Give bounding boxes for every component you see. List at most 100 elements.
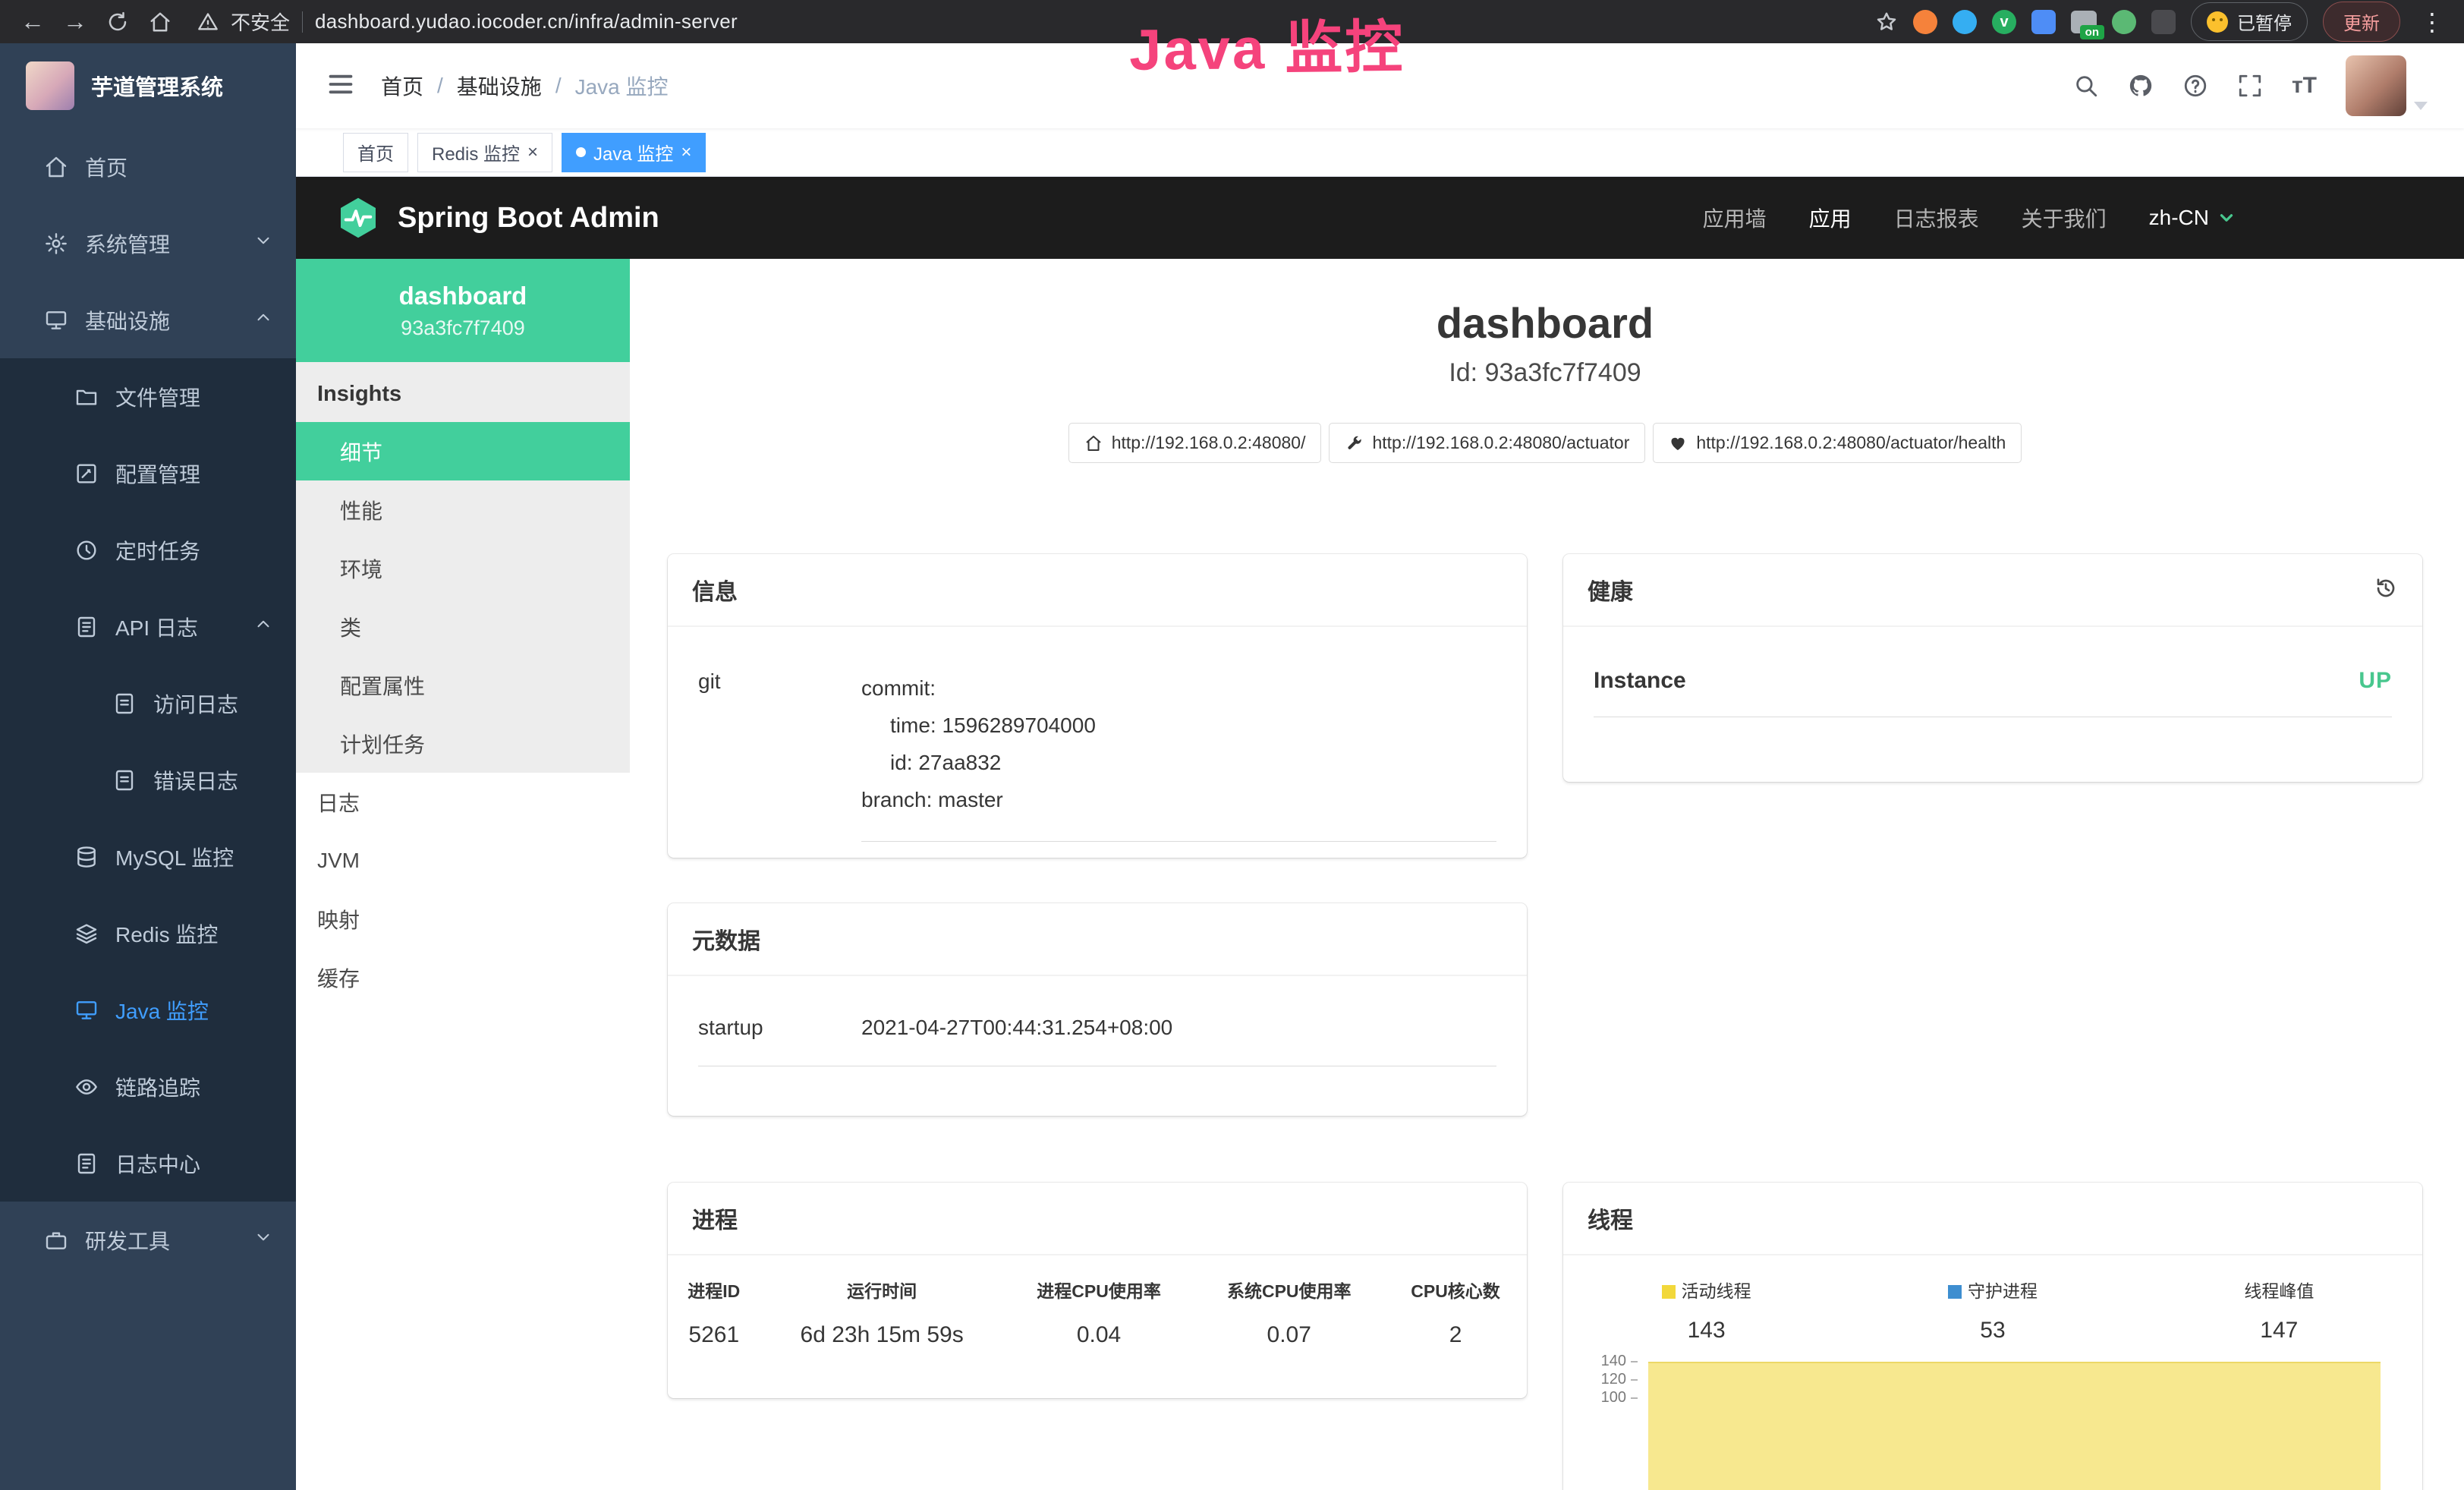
sidebar-item-home[interactable]: 首页 [0,128,296,205]
nav-journal[interactable]: 日志报表 [1894,203,1979,233]
history-icon[interactable] [2374,576,2398,604]
layers-icon [74,921,99,946]
process-values-row: 5261 6d 23h 15m 59s 0.04 0.07 2 [668,1312,1527,1374]
doc-icon [74,1151,99,1176]
page-title: dashboard [668,298,2422,348]
tab-home[interactable]: 首页 [343,133,408,172]
threads-card: 线程 活动线程 143 [1563,1183,2422,1490]
address-bar[interactable]: 不安全 dashboard.yudao.iocoder.cn/infra/adm… [197,8,738,36]
app-logo[interactable]: 芋道管理系统 [0,43,296,128]
nav-applications[interactable]: 应用 [1809,203,1852,233]
instance-links: http://192.168.0.2:48080/ http://192.168… [668,423,2422,463]
browser-home-icon[interactable] [143,5,178,39]
col-system-cpu: 系统CPU使用率 [1194,1255,1384,1312]
close-icon[interactable]: × [681,143,691,162]
sba-navbar: Spring Boot Admin 应用墙 应用 日志报表 关于我们 zh-CN [296,177,2464,259]
menu-item-scheduled-tasks[interactable]: 计划任务 [296,714,630,773]
extension-leaf-icon[interactable] [2112,10,2136,34]
spring-boot-admin: Spring Boot Admin 应用墙 应用 日志报表 关于我们 zh-CN [296,177,2464,1490]
legend-swatch-blue [1948,1285,1962,1299]
folder-icon [74,385,99,409]
menu-item-logs[interactable]: 日志 [296,773,630,831]
user-menu[interactable] [2346,55,2428,116]
sidebar-item-system[interactable]: 系统管理 [0,205,296,282]
metadata-value: 2021-04-27T00:44:31.254+08:00 [861,1016,1172,1040]
col-pid: 进程ID [668,1255,760,1312]
menu-item-caches[interactable]: 缓存 [296,948,630,1006]
actuator-url-button[interactable]: http://192.168.0.2:48080/actuator [1329,423,1645,463]
user-avatar [2346,55,2406,116]
menu-item-details[interactable]: 细节 [296,422,630,480]
card-title-process: 进程 [692,1202,738,1235]
clock-icon [74,538,99,562]
doc-icon [112,768,137,792]
hamburger-icon[interactable] [326,70,355,102]
github-icon[interactable] [2128,73,2154,99]
nav-wallboard[interactable]: 应用墙 [1703,203,1767,233]
sidebar-item-tracing[interactable]: 链路追踪 [0,1048,296,1125]
paused-badge[interactable]: 已暂停 [2191,2,2308,41]
on-badge: on [2080,25,2104,39]
sidebar-item-java-monitor[interactable]: Java 监控 [0,972,296,1048]
extension-dark-icon[interactable] [2151,10,2176,34]
close-icon[interactable]: × [527,143,538,162]
sidebar-item-dev-tools[interactable]: 研发工具 [0,1202,296,1278]
font-size-icon[interactable]: тT [2292,73,2317,99]
extension-check-icon[interactable]: v [1992,10,2016,34]
menu-item-jvm[interactable]: JVM [296,831,630,890]
menu-item-config-props[interactable]: 配置属性 [296,656,630,714]
card-title-info: 信息 [692,573,738,606]
sidebar-item-files[interactable]: 文件管理 [0,358,296,435]
instance-name: dashboard [399,282,527,310]
app-shell: 芋道管理系统 首页 系统管理 基础设施 文件管理 配置 [0,43,2464,1490]
nav-about[interactable]: 关于我们 [2022,203,2107,233]
sidebar-item-access-log[interactable]: 访问日志 [0,665,296,742]
sba-brand[interactable]: Spring Boot Admin [335,195,659,241]
reload-icon[interactable] [100,5,135,39]
extension-grid-icon[interactable] [2031,10,2056,34]
extension-orange-icon[interactable] [1913,10,1937,34]
forward-icon[interactable]: → [58,5,93,39]
back-icon[interactable]: ← [15,5,50,39]
service-url-button[interactable]: http://192.168.0.2:48080/ [1068,423,1322,463]
sidebar-item-infrastructure[interactable]: 基础设施 [0,282,296,358]
sidebar-item-jobs[interactable]: 定时任务 [0,512,296,588]
instance-header[interactable]: dashboard 93a3fc7f7409 [296,259,630,362]
breadcrumb-separator: / [437,74,443,98]
annotation-java-monitor: Java 监控 [1128,0,1405,87]
threads-chart: 140 120 100 [1563,1359,2422,1490]
help-icon[interactable] [2182,73,2208,99]
update-button[interactable]: 更新 [2323,2,2400,42]
breadcrumb-home[interactable]: 首页 [381,71,423,101]
sidebar-item-log-center[interactable]: 日志中心 [0,1125,296,1202]
peak-threads-value: 147 [2136,1318,2422,1344]
section-insights: Insights [296,362,630,422]
language-select[interactable]: zh-CN [2149,206,2236,230]
breadcrumb: 首页 / 基础设施 / Java 监控 [381,71,669,101]
monitor-icon [74,998,99,1022]
active-dot [576,147,586,157]
extension-drop-icon[interactable] [1953,10,1977,34]
tab-redis-monitor[interactable]: Redis 监控 × [417,133,552,172]
browser-menu-icon[interactable]: ⋮ [2415,8,2449,36]
search-icon[interactable] [2073,73,2099,99]
sidebar-item-api-log[interactable]: API 日志 [0,588,296,665]
health-url-button[interactable]: http://192.168.0.2:48080/actuator/health [1653,423,2022,463]
menu-item-mappings[interactable]: 映射 [296,890,630,948]
infra-icon [44,308,68,332]
sidebar-item-redis[interactable]: Redis 监控 [0,895,296,972]
fullscreen-icon[interactable] [2237,73,2263,99]
sidebar-item-config[interactable]: 配置管理 [0,435,296,512]
menu-item-metrics[interactable]: 性能 [296,480,630,539]
menu-item-classes[interactable]: 类 [296,597,630,656]
screen: ← → 不安全 dashboard.yudao.iocoder.cn/infra… [0,0,2464,1490]
tab-java-monitor[interactable]: Java 监控 × [562,133,706,172]
menu-item-environment[interactable]: 环境 [296,539,630,597]
extension-on-icon[interactable]: on [2071,11,2097,33]
sidebar-item-error-log[interactable]: 错误日志 [0,742,296,818]
process-table: 进程ID 运行时间 进程CPU使用率 系统CPU使用率 CPU核心数 [668,1255,1527,1374]
bookmark-star-icon[interactable] [1875,11,1898,33]
y-axis-tick: 120 [1563,1371,1638,1388]
sidebar-item-mysql[interactable]: MySQL 监控 [0,818,296,895]
breadcrumb-infrastructure[interactable]: 基础设施 [457,71,542,101]
